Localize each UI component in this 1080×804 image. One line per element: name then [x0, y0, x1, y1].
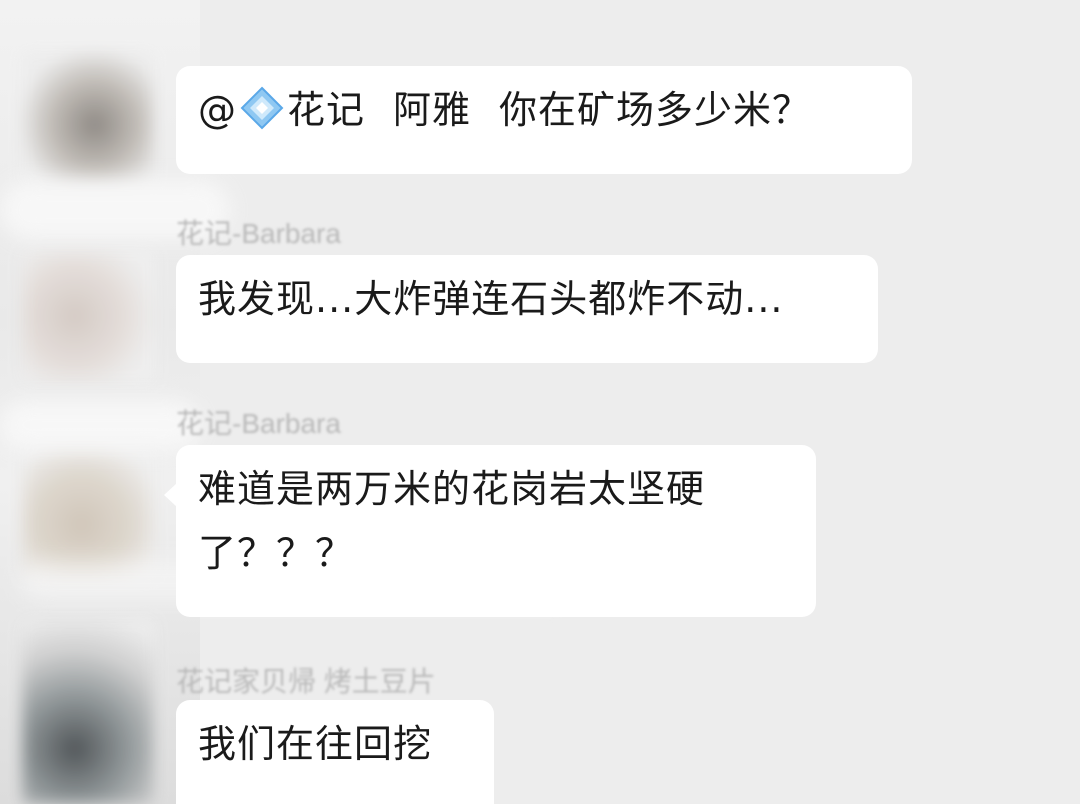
sender-name: 花记-Barbara: [176, 408, 341, 439]
mention-prefix: @: [198, 88, 237, 132]
message-bubble[interactable]: 我发现...大炸弹连石头都炸不动...: [176, 255, 878, 363]
message-text: 我发现...大炸弹连石头都炸不动...: [198, 277, 784, 321]
message-bubble[interactable]: 难道是两万米的花岗岩太坚硬 了？？？: [164, 445, 816, 617]
avatar[interactable]: [22, 52, 154, 184]
bubble-tail: [164, 483, 177, 507]
avatar[interactable]: [22, 620, 154, 804]
avatar[interactable]: [22, 445, 154, 577]
message-text: 你在矿场多少米？: [499, 88, 812, 132]
mention-target[interactable]: 阿雅: [393, 88, 471, 132]
diamond-badge-icon: [240, 86, 284, 130]
chat-screen: @ 花记 阿雅 你在矿场多少米？ 花记-Barbara 我发现...大炸弹连石头都炸…: [0, 0, 1080, 804]
sender-name: 花记-Barbara: [176, 218, 341, 249]
censor-smear: [0, 400, 200, 450]
message-text-line1: 难道是两万米的花岗岩太坚硬: [198, 467, 706, 511]
message-text-line2: 了？？？: [198, 531, 355, 575]
sender-name: 花记家贝帰 烤土豆片: [176, 666, 436, 697]
mention-name[interactable]: 花记: [287, 88, 365, 132]
message-bubble[interactable]: 我们在往回挖: [176, 700, 494, 804]
message-bubble[interactable]: @ 花记 阿雅 你在矿场多少米？: [176, 66, 912, 174]
message-text: 我们在往回挖: [198, 722, 433, 766]
avatar[interactable]: [22, 250, 154, 382]
